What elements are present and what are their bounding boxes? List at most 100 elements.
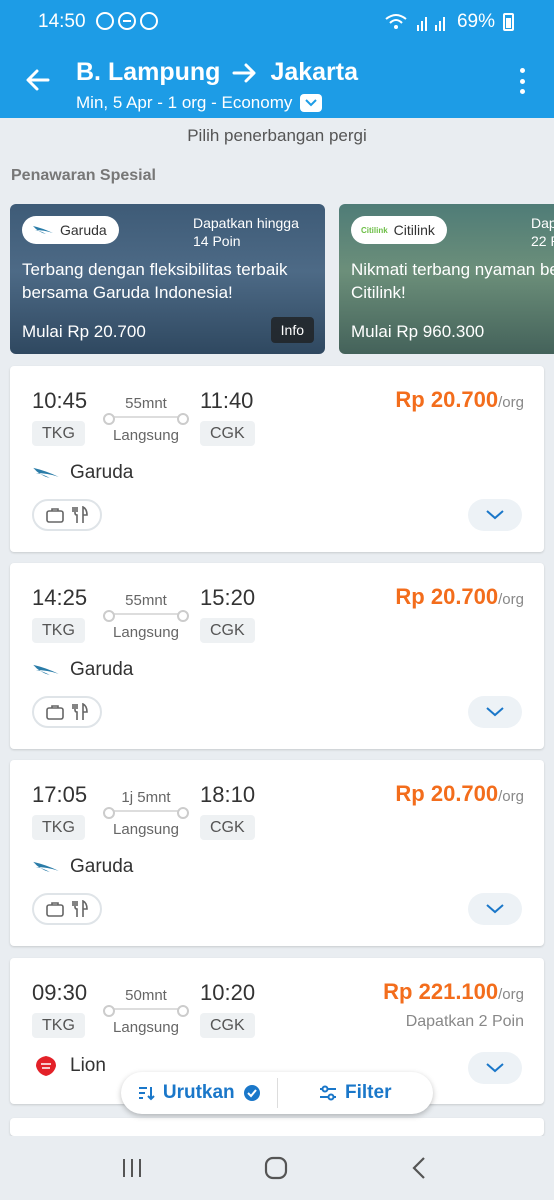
origin-code: TKG (32, 421, 85, 446)
whatsapp-icon (140, 12, 158, 30)
back-icon[interactable] (406, 1154, 434, 1182)
page-subtitle: Pilih penerbangan pergi (187, 126, 367, 145)
flight-price: Rp 20.700/org (395, 584, 524, 609)
origin-city: B. Lampung (76, 58, 221, 86)
route-line (103, 807, 189, 819)
departure-time: 10:45 (32, 388, 88, 413)
chevron-down-icon (486, 707, 504, 717)
more-options-icon[interactable] (518, 68, 526, 94)
facilities-badge (32, 499, 102, 531)
status-bar: 14:50 69% (0, 0, 554, 42)
check-circle-icon (243, 1085, 260, 1101)
departure-time: 14:25 (32, 585, 88, 610)
route-line (103, 413, 189, 425)
promo-card-citilink[interactable]: Citilink Citilink Dapatkan hingga 22 Poi… (339, 204, 554, 354)
airline-chip-label: Garuda (60, 222, 107, 238)
meal-icon (72, 900, 88, 917)
info-button[interactable]: Info (270, 317, 314, 343)
promo-description: Nikmati terbang nyaman bersama Citilink! (351, 260, 554, 302)
airline-name: Garuda (32, 659, 133, 681)
airline-name: Garuda (32, 856, 133, 878)
flight-card[interactable] (10, 1118, 544, 1136)
expand-details-button[interactable] (468, 696, 522, 728)
airline-name: Garuda (32, 462, 133, 484)
sort-label: Urutkan (162, 1082, 235, 1103)
battery-icon (503, 13, 514, 31)
filter-label: Filter (345, 1082, 392, 1103)
flight-type: Langsung (113, 624, 179, 641)
battery-percent: 69% (456, 11, 495, 32)
flight-type: Langsung (113, 427, 179, 444)
wifi-icon (385, 14, 407, 29)
flight-card[interactable]: 14:25 55mnt Langsung 15:20 TKG CGK Rp 20… (10, 563, 544, 749)
airline-name: Lion (32, 1054, 106, 1078)
origin-code: TKG (32, 815, 85, 840)
departure-time: 09:30 (32, 980, 88, 1005)
flight-price: Rp 20.700/org (395, 781, 524, 806)
destination-code: CGK (200, 815, 255, 840)
flight-price: Rp 221.100/org (383, 979, 524, 1004)
citilink-logo-icon: Citilink (361, 225, 388, 235)
expand-details-button[interactable] (468, 1052, 522, 1084)
airline-chip: Citilink Citilink (351, 216, 447, 244)
arrow-right-icon (232, 63, 256, 82)
promo-poin: Dapatkan hingga 22 Poin (531, 215, 554, 249)
baggage-icon (46, 705, 64, 720)
sort-filter-bar: Urutkan Filter (121, 1072, 433, 1114)
status-time: 14:50 (38, 11, 86, 32)
sort-icon (138, 1087, 155, 1101)
arrival-time: 18:10 (200, 782, 256, 807)
flight-duration: 1j 5mnt (121, 789, 171, 806)
destination-code: CGK (200, 421, 255, 446)
flight-duration: 55mnt (125, 592, 167, 609)
arrival-time: 10:20 (200, 980, 256, 1005)
recent-apps-icon[interactable] (118, 1154, 146, 1182)
sort-button[interactable]: Urutkan (121, 1072, 277, 1114)
meal-icon (72, 506, 88, 523)
whatsapp-icon (96, 12, 114, 30)
expand-details-button[interactable] (468, 893, 522, 925)
flight-type: Langsung (113, 1019, 179, 1036)
chevron-down-icon (486, 904, 504, 914)
departure-time: 17:05 (32, 782, 88, 807)
home-icon[interactable] (262, 1154, 290, 1182)
notification-icons (96, 12, 158, 30)
route-title: B. Lampung Jakarta (76, 58, 358, 87)
chevron-down-icon (486, 1063, 504, 1073)
garuda-logo-icon (33, 664, 59, 676)
promo-description: Terbang dengan fleksibilitas terbaik ber… (22, 260, 288, 302)
arrival-time: 11:40 (200, 388, 254, 413)
chevron-down-icon[interactable] (300, 94, 323, 112)
flight-card[interactable]: 10:45 55mnt Langsung 11:40 TKG CGK Rp 20… (10, 366, 544, 552)
facilities-badge (32, 893, 102, 925)
expand-details-button[interactable] (468, 499, 522, 531)
garuda-logo-icon (33, 861, 59, 873)
app-header: B. Lampung Jakarta Min, 5 Apr - 1 org - … (0, 42, 554, 118)
system-navbar (0, 1136, 554, 1200)
route-line (103, 610, 189, 622)
back-arrow-icon[interactable] (20, 62, 56, 98)
flight-card[interactable]: 17:05 1j 5mnt Langsung 18:10 TKG CGK Rp … (10, 760, 544, 946)
poin-note: Dapatkan 2 Poin (405, 1013, 524, 1030)
trip-details-text: Min, 5 Apr - 1 org - Economy (76, 93, 293, 112)
origin-code: TKG (32, 1013, 85, 1038)
airline-chip-label: Citilink (393, 222, 435, 238)
destination-code: CGK (200, 618, 255, 643)
garuda-logo-icon (33, 226, 53, 234)
promo-price: Mulai Rp 20.700 (22, 322, 146, 341)
chevron-down-icon (486, 510, 504, 520)
promo-poin: Dapatkan hingga 14 Poin (193, 215, 299, 249)
flight-duration: 55mnt (125, 395, 167, 412)
route-line (103, 1005, 189, 1017)
special-offers-title: Penawaran Spesial (11, 167, 156, 184)
facilities-badge (32, 696, 102, 728)
origin-code: TKG (32, 618, 85, 643)
flight-duration: 50mnt (125, 987, 167, 1004)
lion-logo-icon (36, 1056, 56, 1076)
trip-details[interactable]: Min, 5 Apr - 1 org - Economy (76, 93, 323, 113)
filter-button[interactable]: Filter (278, 1072, 434, 1114)
destination-city: Jakarta (270, 58, 359, 86)
flight-price: Rp 20.700/org (395, 387, 524, 412)
promo-card-garuda[interactable]: Garuda Dapatkan hingga 14 Poin Terbang d… (10, 204, 325, 354)
garuda-logo-icon (33, 467, 59, 479)
